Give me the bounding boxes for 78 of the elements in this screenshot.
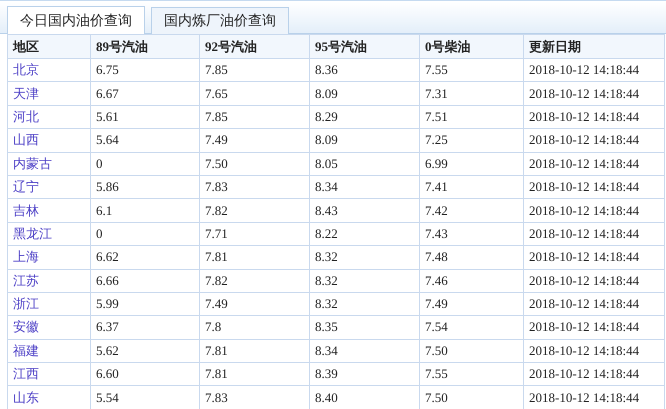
table-cell: 7.82 bbox=[200, 269, 310, 292]
table-cell: 2018-10-12 14:18:44 bbox=[524, 198, 664, 222]
table-cell: 7.49 bbox=[200, 292, 310, 316]
table-cell: 6.99 bbox=[420, 152, 524, 176]
tab[interactable]: 今日国内油价查询 bbox=[7, 6, 145, 34]
table-cell: 7.49 bbox=[200, 128, 310, 152]
table-cell: 8.39 bbox=[310, 362, 420, 386]
table-cell: 0 bbox=[90, 222, 200, 246]
column-header: 更新日期 bbox=[524, 34, 664, 58]
table-cell: 2018-10-12 14:18:44 bbox=[524, 152, 664, 176]
table-cell: 6.67 bbox=[90, 82, 200, 106]
table-cell: 7.85 bbox=[200, 58, 310, 82]
table-cell: 7.41 bbox=[420, 175, 524, 199]
table-cell: 0 bbox=[90, 152, 200, 176]
column-header: 地区 bbox=[8, 34, 90, 58]
table-cell: 7.81 bbox=[200, 362, 310, 386]
table-cell: 2018-10-12 14:18:44 bbox=[524, 269, 664, 292]
table-cell: 8.34 bbox=[310, 339, 420, 363]
table-cell: 7.54 bbox=[420, 316, 524, 340]
table-cell: 5.99 bbox=[90, 292, 200, 316]
table-cell: 7.55 bbox=[420, 58, 524, 82]
table-cell: 2018-10-12 14:18:44 bbox=[524, 362, 664, 386]
table-cell: 7.31 bbox=[420, 82, 524, 106]
table-cell: 8.35 bbox=[310, 316, 420, 340]
column-header: 0号柴油 bbox=[420, 34, 524, 58]
table-cell: 5.62 bbox=[90, 339, 200, 363]
table-cell: 2018-10-12 14:18:44 bbox=[524, 128, 664, 152]
table-cell: 6.75 bbox=[90, 58, 200, 82]
table-cell: 5.61 bbox=[90, 105, 200, 129]
table-cell: 8.36 bbox=[310, 58, 420, 82]
tab[interactable]: 国内炼厂油价查询 bbox=[151, 7, 289, 34]
table-cell: 8.05 bbox=[310, 152, 420, 176]
table-cell: 5.86 bbox=[90, 175, 200, 199]
table-cell: 8.09 bbox=[310, 128, 420, 152]
table-cell: 2018-10-12 14:18:44 bbox=[524, 105, 664, 129]
table-cell: 2018-10-12 14:18:44 bbox=[524, 339, 664, 363]
table-cell: 6.1 bbox=[90, 198, 200, 222]
table-cell: 7.85 bbox=[200, 105, 310, 129]
column-header: 89号汽油 bbox=[90, 34, 200, 58]
table-cell: 2018-10-12 14:18:44 bbox=[524, 246, 664, 270]
table-cell: 8.32 bbox=[310, 246, 420, 270]
table-cell: 7.81 bbox=[200, 339, 310, 363]
table-cell: 7.25 bbox=[420, 128, 524, 152]
table-cell: 6.60 bbox=[90, 362, 200, 386]
table-cell: 2018-10-12 14:18:44 bbox=[524, 82, 664, 106]
table-cell: 2018-10-12 14:18:44 bbox=[524, 175, 664, 199]
table-cell: 7.48 bbox=[420, 246, 524, 270]
table-cell: 8.32 bbox=[310, 292, 420, 316]
table-cell: 7.43 bbox=[420, 222, 524, 246]
table-cell: 7.81 bbox=[200, 246, 310, 270]
table-cell: 2018-10-12 14:18:44 bbox=[524, 316, 664, 340]
table-cell: 6.62 bbox=[90, 246, 200, 270]
table-cell: 5.64 bbox=[90, 128, 200, 152]
table-cell: 7.46 bbox=[420, 269, 524, 292]
table-cell: 7.82 bbox=[200, 198, 310, 222]
table-cell: 6.66 bbox=[90, 269, 200, 292]
table-cell: 2018-10-12 14:18:44 bbox=[524, 292, 664, 316]
table-cell: 7.83 bbox=[200, 175, 310, 199]
table-cell: 8.32 bbox=[310, 269, 420, 292]
table-cell: 8.22 bbox=[310, 222, 420, 246]
table-cell: 7.71 bbox=[200, 222, 310, 246]
table-cell: 2018-10-12 14:18:44 bbox=[524, 222, 664, 246]
table-cell: 7.50 bbox=[420, 339, 524, 363]
table-cell: 7.8 bbox=[200, 316, 310, 340]
table-cell: 7.51 bbox=[420, 105, 524, 129]
table-cell: 7.42 bbox=[420, 198, 524, 222]
column-header: 92号汽油 bbox=[200, 34, 310, 58]
table-cell: 7.49 bbox=[420, 292, 524, 316]
table-cell: 8.34 bbox=[310, 175, 420, 199]
table-cell: 7.50 bbox=[200, 152, 310, 176]
table-cell: 7.65 bbox=[200, 82, 310, 106]
table-cell: 2018-10-12 14:18:44 bbox=[524, 58, 664, 82]
column-header: 95号汽油 bbox=[310, 34, 420, 58]
table-cell: 8.09 bbox=[310, 82, 420, 106]
table-cell: 7.55 bbox=[420, 362, 524, 386]
table-cell: 8.43 bbox=[310, 198, 420, 222]
table-cell: 8.29 bbox=[310, 105, 420, 129]
table-cell: 6.37 bbox=[90, 316, 200, 340]
